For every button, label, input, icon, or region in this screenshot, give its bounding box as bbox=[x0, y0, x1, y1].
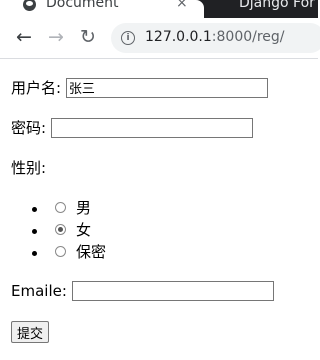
radio-female[interactable] bbox=[55, 224, 66, 235]
gender-label: 性别: bbox=[11, 159, 47, 177]
password-input[interactable] bbox=[50, 117, 253, 138]
email-row: Emaile: bbox=[11, 281, 274, 301]
back-arrow-icon[interactable]: ← bbox=[13, 26, 35, 48]
password-label: 密码: bbox=[11, 119, 47, 137]
globe-icon bbox=[23, 0, 36, 11]
address-bar[interactable]: i 127.0.0.1:8000/reg/ bbox=[111, 23, 320, 53]
tab-document[interactable]: Document × bbox=[0, 0, 204, 18]
url-path: :8000/reg/ bbox=[211, 29, 285, 45]
gender-row: 性别: bbox=[11, 157, 46, 178]
tab-django[interactable]: Django For bbox=[239, 0, 315, 11]
radio-label-female: 女 bbox=[76, 221, 92, 239]
browser-toolbar: ← → ↻ i 127.0.0.1:8000/reg/ bbox=[0, 18, 320, 59]
reload-icon[interactable]: ↻ bbox=[77, 26, 99, 48]
list-bullet bbox=[32, 251, 37, 256]
username-label: 用户名: bbox=[11, 79, 62, 97]
url-host: 127.0.0.1 bbox=[145, 29, 212, 45]
tab-title: Document bbox=[46, 0, 119, 11]
email-label: Emaile: bbox=[11, 282, 67, 300]
email-input[interactable] bbox=[71, 281, 274, 301]
submit-button[interactable]: 提交 bbox=[11, 321, 50, 343]
radio-label-secret: 保密 bbox=[76, 243, 107, 261]
url-text[interactable]: 127.0.0.1:8000/reg/ bbox=[145, 29, 285, 45]
username-input[interactable] bbox=[65, 77, 268, 98]
radio-male[interactable] bbox=[55, 202, 66, 213]
close-icon[interactable]: × bbox=[176, 0, 188, 11]
radio-secret[interactable] bbox=[55, 246, 66, 257]
username-row: 用户名: bbox=[11, 77, 268, 98]
tab-strip: Document × Django For bbox=[0, 0, 318, 18]
info-icon[interactable]: i bbox=[121, 31, 135, 45]
radio-label-male: 男 bbox=[76, 199, 92, 217]
forward-arrow-icon[interactable]: → bbox=[45, 26, 67, 48]
list-bullet bbox=[32, 207, 37, 212]
password-row: 密码: bbox=[11, 117, 253, 138]
list-bullet bbox=[32, 229, 37, 234]
